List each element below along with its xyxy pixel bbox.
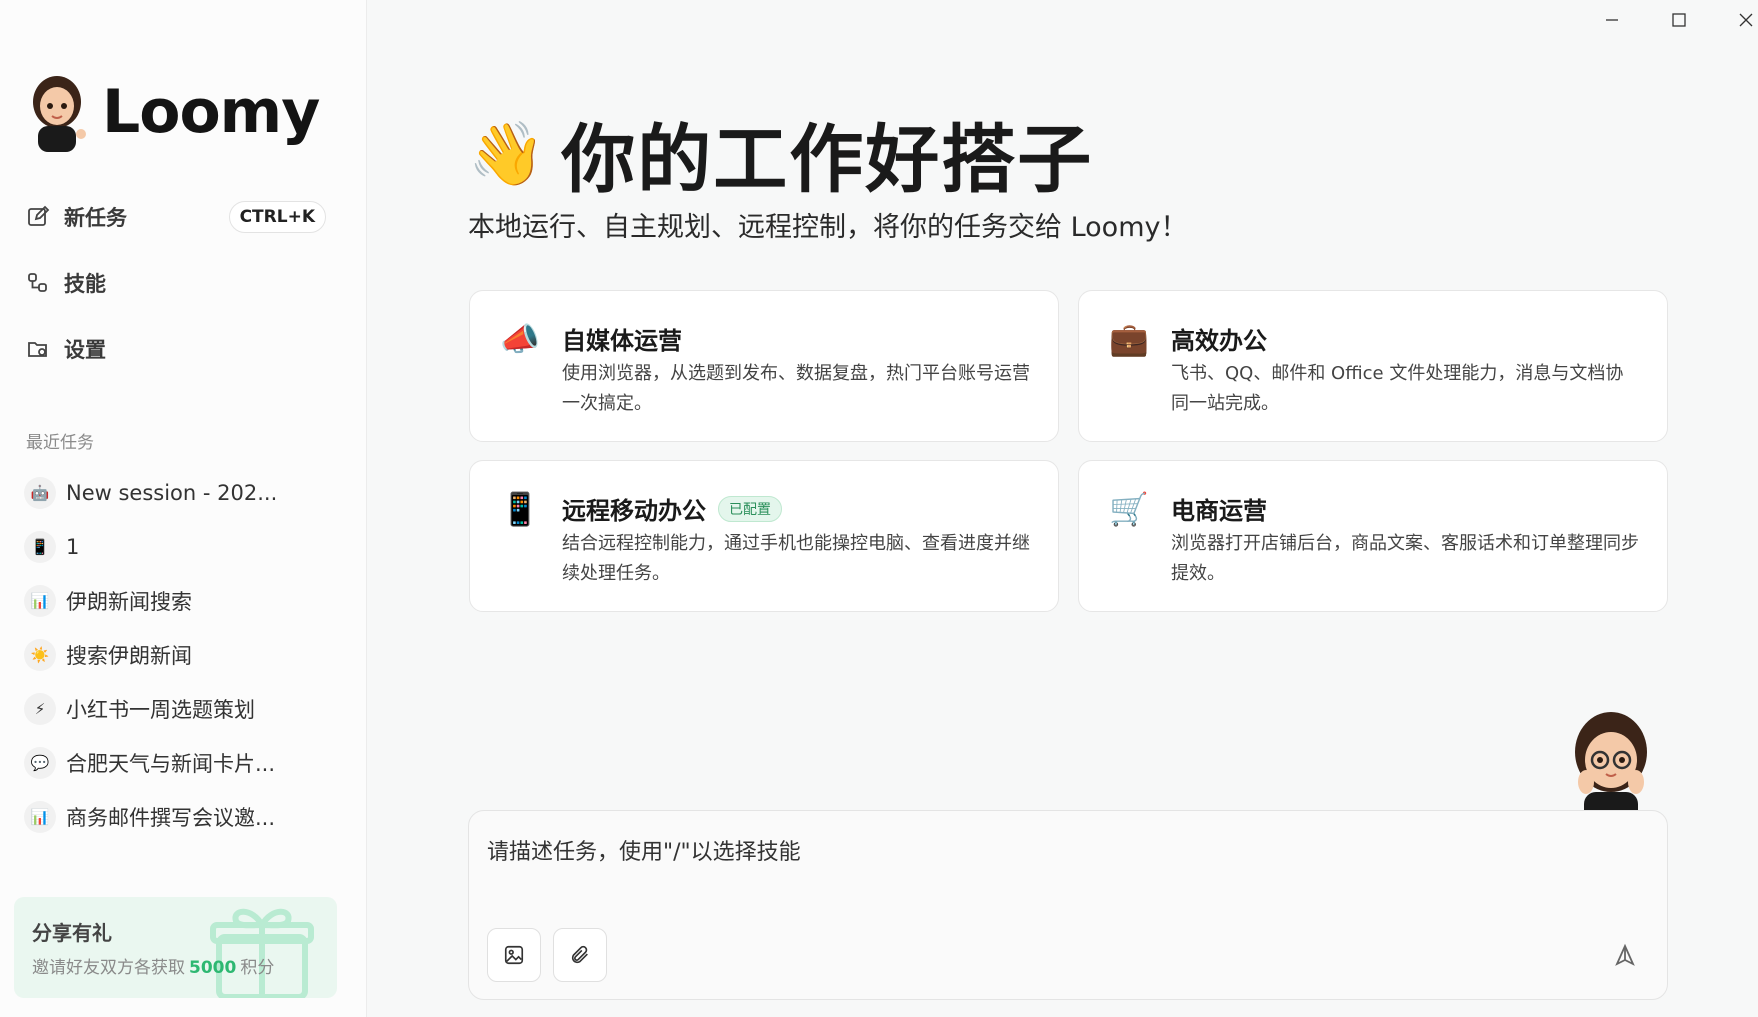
configured-badge: 已配置: [718, 495, 782, 522]
brand-avatar-icon: [26, 72, 88, 152]
maximize-icon: [1672, 13, 1686, 27]
bar-chart-icon: 📊: [24, 801, 56, 833]
close-icon: [1739, 13, 1753, 27]
hero: 👋 你的工作好搭子: [468, 100, 1093, 207]
share-reward-card[interactable]: 分享有礼 邀请好友双方各获取 5000 积分: [14, 897, 337, 998]
recent-task-item[interactable]: 💬 合肥天气与新闻卡片...: [24, 736, 344, 790]
image-upload-button[interactable]: [487, 928, 541, 982]
maximize-button[interactable]: [1659, 6, 1699, 34]
recent-task-label: 伊朗新闻搜索: [66, 590, 192, 614]
hero-title: 你的工作好搭子: [561, 117, 1094, 203]
card-title: 远程移动办公 已配置: [562, 491, 782, 526]
phone-app-icon: 📱: [500, 490, 540, 528]
new-task-label: 新任务: [64, 206, 127, 230]
sidebar: Loomy 新任务 CTRL+K 技能 设置 最近任务 🤖 New sessio…: [0, 0, 367, 1017]
recent-task-label: 合肥天气与新闻卡片...: [66, 752, 276, 776]
recent-task-item[interactable]: ☀️ 搜索伊朗新闻: [24, 628, 344, 682]
recent-task-item[interactable]: 📊 商务邮件撰写会议邀...: [24, 790, 344, 844]
briefcase-icon: 💼: [1109, 320, 1149, 358]
recent-task-label: 搜索伊朗新闻: [66, 644, 192, 668]
scenario-card-office[interactable]: 💼 高效办公 飞书、QQ、邮件和 Office 文件处理能力，消息与文档协同一站…: [1078, 290, 1668, 442]
brand: Loomy: [26, 72, 320, 152]
send-button[interactable]: [1609, 939, 1641, 971]
skills-icon: [28, 273, 47, 292]
card-desc: 浏览器打开店铺后台，商品文案、客服话术和订单整理同步提效。: [1171, 533, 1639, 584]
close-button[interactable]: [1726, 6, 1758, 34]
task-input[interactable]: [487, 837, 1587, 867]
share-points: 5000: [189, 958, 237, 978]
phone-app-icon: 📱: [24, 531, 56, 563]
share-title: 分享有礼: [32, 921, 112, 945]
settings-label: 设置: [64, 338, 106, 362]
recent-task-item[interactable]: 📱 1: [24, 520, 344, 574]
card-title-text: 远程移动办公: [562, 497, 706, 525]
shortcut-badge: CTRL+K: [228, 201, 326, 233]
skills-nav-item[interactable]: 技能: [26, 263, 326, 303]
scenario-card-remote[interactable]: 📱 远程移动办公 已配置 结合远程控制能力，通过手机也能操控电脑、查看进度并继续…: [469, 460, 1059, 612]
share-desc: 邀请好友双方各获取 5000 积分: [32, 953, 274, 978]
card-title: 高效办公: [1171, 327, 1267, 355]
card-desc: 使用浏览器，从选题到发布、数据复盘，热门平台账号运营一次搞定。: [562, 363, 1030, 414]
shopping-cart-icon: 🛒: [1109, 490, 1149, 528]
folder-gear-icon: [28, 342, 47, 357]
card-desc: 结合远程控制能力，通过手机也能操控电脑、查看进度并继续处理任务。: [562, 533, 1030, 584]
recent-task-label: 小红书一周选题策划: [66, 698, 255, 722]
brand-name: Loomy: [102, 77, 320, 147]
hero-subtitle: 本地运行、自主规划、远程控制，将你的任务交给 Loomy！: [468, 212, 1188, 243]
card-title: 自媒体运营: [562, 327, 682, 355]
card-title: 电商运营: [1171, 497, 1267, 525]
minimize-icon: [1606, 19, 1618, 21]
scenario-card-media[interactable]: 📣 自媒体运营 使用浏览器，从选题到发布、数据复盘，热门平台账号运营一次搞定。: [469, 290, 1059, 442]
chat-bubble-icon: 💬: [24, 747, 56, 779]
recent-task-item[interactable]: ⚡ 小红书一周选题策划: [24, 682, 344, 736]
attach-file-button[interactable]: [553, 928, 607, 982]
recent-task-label: 1: [66, 535, 80, 559]
recent-tasks-list: 🤖 New session - 202... 📱 1 📊 伊朗新闻搜索 ☀️ 搜…: [24, 466, 344, 844]
recent-task-label: 商务邮件撰写会议邀...: [66, 806, 276, 830]
paperclip-icon: [571, 945, 588, 964]
recent-task-item[interactable]: 📊 伊朗新闻搜索: [24, 574, 344, 628]
minimize-button[interactable]: [1592, 6, 1632, 34]
recent-task-label: New session - 202...: [66, 481, 278, 505]
share-desc-suffix: 积分: [240, 958, 275, 978]
recent-tasks-title: 最近任务: [26, 433, 94, 453]
send-icon: [1615, 943, 1635, 966]
new-task-button[interactable]: 新任务 CTRL+K: [26, 197, 326, 237]
skills-label: 技能: [64, 272, 106, 296]
card-desc: 飞书、QQ、邮件和 Office 文件处理能力，消息与文档协同一站完成。: [1171, 363, 1624, 414]
image-icon: [504, 945, 524, 965]
megaphone-icon: 📣: [500, 320, 540, 358]
waving-hand-icon: 👋: [468, 116, 546, 190]
bar-chart-icon: 📊: [24, 585, 56, 617]
lightning-icon: ⚡: [24, 693, 56, 725]
robot-icon: 🤖: [24, 477, 56, 509]
task-composer: [468, 810, 1668, 1000]
share-desc-prefix: 邀请好友双方各获取: [32, 958, 185, 978]
settings-nav-item[interactable]: 设置: [26, 329, 326, 369]
sun-icon: ☀️: [24, 639, 56, 671]
gift-icon: [210, 908, 314, 998]
edit-icon: [28, 205, 50, 226]
recent-task-item[interactable]: 🤖 New session - 202...: [24, 466, 344, 520]
mascot-icon: [1575, 712, 1647, 824]
scenario-card-ecommerce[interactable]: 🛒 电商运营 浏览器打开店铺后台，商品文案、客服话术和订单整理同步提效。: [1078, 460, 1668, 612]
